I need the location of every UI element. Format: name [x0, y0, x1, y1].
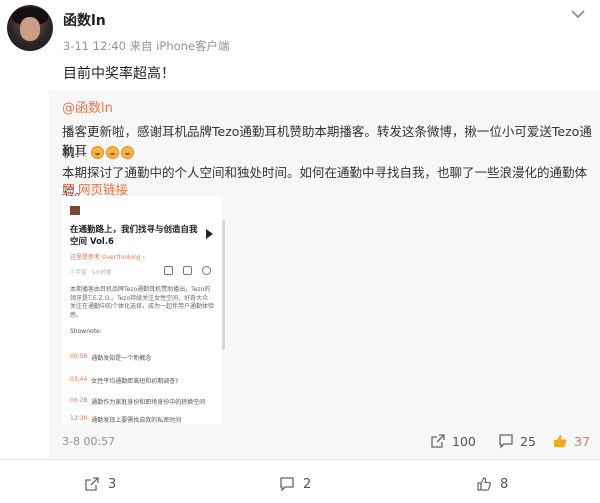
link-icon — [63, 183, 74, 194]
thumbs-up-icon — [477, 477, 491, 491]
card-subtitle[interactable]: 这里是思考 Overthinking › — [70, 252, 214, 261]
podcast-card[interactable]: 在通勤路上，我们找寻与创造自我空间 Vol.6 这里是思考 Overthinki… — [62, 196, 222, 424]
repost-text-prefix: 机！ — [62, 145, 88, 160]
shownote-item: 00:56 通勤发知是一个新概念 — [70, 353, 214, 362]
card-actions — [164, 266, 211, 275]
avatar[interactable] — [7, 5, 53, 51]
chevron-down-icon[interactable] — [568, 6, 588, 22]
repost-like-button[interactable]: 37 — [552, 433, 590, 449]
post-meta: 3-11 12:40 来自 iPhone客户端 — [63, 39, 230, 53]
repost-text-line: 播客更新啦，感谢耳机品牌Tezo通勤耳机赞助本期播客。转发这条微博，揪一位小可爱… — [62, 124, 592, 158]
comment-icon[interactable] — [164, 266, 173, 275]
podcast-logo-icon — [70, 206, 80, 215]
share-icon[interactable] — [183, 266, 192, 275]
comment-count: 2 — [303, 476, 312, 492]
share-icon — [85, 477, 99, 491]
shownote-item: 12:30 通勤发现上要需找自我的私密时间 — [70, 415, 214, 424]
emoji-icon — [91, 146, 104, 159]
comment-icon — [499, 434, 513, 449]
shownote-time[interactable]: 00:56 — [70, 353, 87, 362]
post-text: 目前中奖率超高！ — [63, 66, 175, 82]
repost-like-count: 37 — [574, 433, 590, 449]
shownote-text: 通勤发现上要需找自我的私密时间 — [91, 417, 182, 424]
divider — [0, 459, 600, 460]
card-scrollbar[interactable] — [222, 220, 225, 350]
shownote-time[interactable]: 12:30 — [70, 415, 87, 424]
heart-icon[interactable] — [202, 266, 211, 275]
repost-text-line: 本期探讨了通勤中的个人空间和独处时间。如何在通勤中寻找自我，也聊了一些浪漫化的通… — [62, 165, 588, 199]
shownote-text: 通勤作为家庭身份和职场身份中的转换空间 — [91, 399, 206, 406]
share-icon — [431, 434, 445, 448]
shownote-item: 06:28 通勤作为家庭身份和职场身份中的转换空间 — [70, 397, 214, 406]
shownote-time[interactable]: 03:44 — [70, 376, 87, 385]
repost-share-count: 100 — [452, 433, 476, 449]
comment-icon — [280, 477, 294, 492]
shownote-text: 女性平均通勤距离短和初期调查? — [91, 378, 179, 385]
repost-date: 3-8 00:57 — [62, 435, 116, 448]
repost-comment-button[interactable]: 25 — [498, 433, 536, 449]
card-title: 在通勤路上，我们找寻与创造自我空间 Vol.6 — [70, 225, 198, 247]
emoji-icon — [106, 146, 119, 159]
thumbs-up-icon — [554, 435, 567, 447]
shownotes-label: Shownote: — [70, 328, 102, 335]
play-icon[interactable] — [206, 229, 213, 239]
repost-share-button[interactable]: 100 — [430, 433, 476, 449]
emoji-icon — [121, 146, 134, 159]
repost-author[interactable]: @函数ln — [62, 97, 113, 116]
share-count: 3 — [108, 476, 117, 492]
shownote-time[interactable]: 06:28 — [70, 397, 87, 406]
like-button[interactable]: 8 — [476, 476, 508, 492]
repost-text-line-2: 机！ — [62, 142, 136, 161]
comment-button[interactable]: 2 — [279, 476, 311, 492]
shownote-item: 03:44 女性平均通勤距离短和初期调查? — [70, 376, 214, 385]
author-name[interactable]: 函数ln — [63, 10, 106, 30]
like-count: 8 — [500, 476, 509, 492]
card-description: 本期播客由耳机品牌Tezo通勤耳机赞助播出，Tezo的领牙是T.E.Z.O.。T… — [70, 286, 215, 319]
shownote-text: 通勤发知是一个新概念 — [91, 355, 152, 362]
avatar-face — [20, 17, 40, 41]
repost-comment-count: 25 — [520, 433, 536, 449]
share-button[interactable]: 3 — [84, 476, 116, 492]
